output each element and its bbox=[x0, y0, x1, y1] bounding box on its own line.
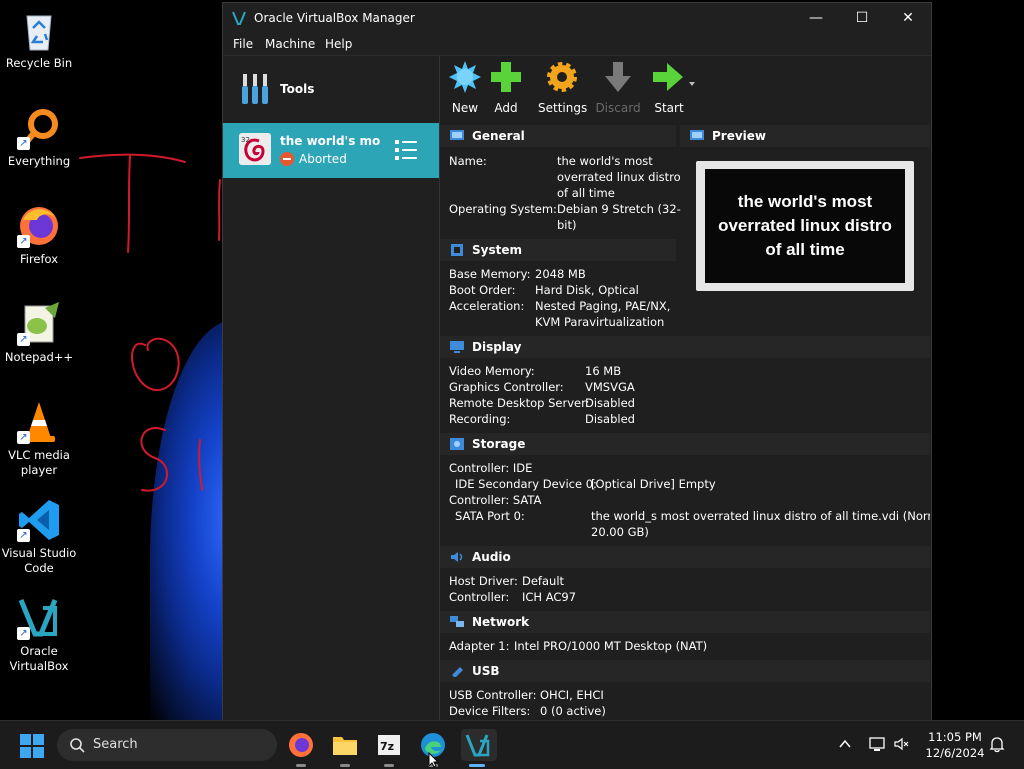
add-plus-icon bbox=[491, 62, 521, 92]
tools-icon bbox=[242, 74, 268, 104]
menu-machine[interactable]: Machine bbox=[265, 37, 315, 51]
taskbar: Search 7z 11:05 PM 12/6/2024 bbox=[0, 720, 1024, 769]
add-button[interactable]: Add bbox=[489, 60, 523, 115]
close-button[interactable]: ✕ bbox=[885, 3, 931, 33]
desktop-icon-recycle-bin[interactable]: Recycle Bin bbox=[0, 6, 78, 71]
mouse-cursor-icon bbox=[428, 752, 440, 768]
discard-arrow-icon bbox=[605, 62, 631, 92]
shortcut-arrow-icon: ↗ bbox=[17, 529, 30, 542]
notification-bell-icon[interactable] bbox=[988, 735, 1006, 753]
taskbar-7zip[interactable]: 7z bbox=[373, 729, 405, 767]
audio-section-header[interactable]: Audio bbox=[440, 546, 930, 568]
vlc-cone-icon: ↗ bbox=[15, 398, 63, 446]
desktop-icon-virtualbox[interactable]: ↗ Oracle VirtualBox bbox=[0, 594, 78, 674]
minimize-button[interactable]: — bbox=[793, 3, 839, 33]
virtualbox-icon bbox=[232, 11, 246, 25]
taskbar-file-explorer[interactable] bbox=[329, 729, 361, 767]
vm-menu-icon[interactable] bbox=[393, 137, 419, 163]
running-indicator bbox=[384, 764, 394, 767]
usb-section-header[interactable]: USB bbox=[440, 660, 930, 682]
taskbar-search[interactable]: Search bbox=[57, 729, 277, 761]
chip-icon bbox=[451, 244, 463, 256]
toolbar: New Add Settings Discard Start bbox=[440, 56, 930, 121]
shortcut-arrow-icon: ↗ bbox=[17, 431, 30, 444]
aborted-state-icon bbox=[280, 152, 294, 166]
taskbar-virtualbox[interactable] bbox=[461, 729, 497, 767]
svg-text:32: 32 bbox=[241, 136, 250, 144]
shortcut-arrow-icon: ↗ bbox=[17, 627, 30, 640]
windows-start-icon[interactable] bbox=[20, 734, 44, 758]
preview-screen: the world's most overrated linux distro … bbox=[705, 169, 905, 283]
preview-frame: the world's most overrated linux distro … bbox=[696, 161, 914, 291]
notepad-plus-plus-icon: ↗ bbox=[15, 300, 63, 348]
chevron-up-icon[interactable] bbox=[838, 737, 852, 751]
running-indicator bbox=[296, 764, 306, 767]
taskbar-clock[interactable]: 11:05 PM 12/6/2024 bbox=[920, 729, 990, 761]
title-bar[interactable]: Oracle VirtualBox Manager — ☐ ✕ bbox=[223, 3, 931, 33]
volume-muted-icon[interactable] bbox=[893, 735, 911, 753]
firefox-icon: ↗ bbox=[15, 202, 63, 250]
new-button[interactable]: New bbox=[448, 60, 482, 115]
preview-section-header[interactable]: Preview bbox=[680, 125, 930, 147]
start-arrow-icon bbox=[653, 63, 695, 91]
usb-icon bbox=[452, 667, 463, 677]
desktop-icon-vlc[interactable]: ↗ VLC media player bbox=[0, 398, 78, 478]
search-placeholder: Search bbox=[93, 737, 138, 752]
maximize-button[interactable]: ☐ bbox=[839, 3, 885, 33]
machine-list-pane: Tools 32 the world's mos... Aborted bbox=[223, 56, 440, 721]
shortcut-arrow-icon: ↗ bbox=[17, 137, 30, 150]
debian-swirl-icon: 32 bbox=[239, 133, 271, 165]
menu-file[interactable]: File bbox=[233, 37, 253, 51]
everything-search-icon: ↗ bbox=[15, 104, 63, 152]
shortcut-arrow-icon: ↗ bbox=[17, 235, 30, 248]
search-icon bbox=[70, 738, 85, 753]
display-section-header[interactable]: Display bbox=[440, 336, 930, 358]
network-section-header[interactable]: Network bbox=[440, 611, 930, 633]
virtualbox-icon bbox=[465, 734, 490, 757]
7zip-icon: 7z bbox=[378, 735, 400, 755]
preview-monitor-icon bbox=[690, 130, 704, 140]
svg-text:7z: 7z bbox=[380, 740, 394, 753]
new-star-icon bbox=[449, 61, 481, 93]
menu-bar: File Machine Help bbox=[223, 33, 931, 56]
firefox-icon bbox=[289, 733, 313, 757]
vm-list-item[interactable]: 32 the world's mos... Aborted bbox=[223, 123, 439, 178]
desktop-icon-firefox[interactable]: ↗ Firefox bbox=[0, 202, 78, 267]
settings-gear-icon bbox=[547, 62, 577, 92]
speaker-icon bbox=[451, 552, 463, 562]
storage-section-header[interactable]: Storage bbox=[440, 433, 930, 455]
clock-time: 11:05 PM bbox=[928, 730, 982, 744]
running-indicator bbox=[469, 764, 485, 767]
taskbar-firefox[interactable] bbox=[285, 729, 317, 767]
storage-disk-icon bbox=[450, 438, 464, 450]
clock-date: 12/6/2024 bbox=[925, 746, 985, 760]
recycle-bin-icon bbox=[15, 6, 63, 54]
tools-label: Tools bbox=[280, 82, 315, 96]
details-pane: General Name: the world's most overrated… bbox=[440, 121, 930, 721]
menu-help[interactable]: Help bbox=[325, 37, 352, 51]
monitor-icon bbox=[450, 130, 464, 140]
settings-button[interactable]: Settings bbox=[538, 60, 587, 115]
running-indicator bbox=[340, 764, 350, 767]
desktop-icon-everything[interactable]: ↗ Everything bbox=[0, 104, 78, 169]
vm-name: the world's mos... bbox=[280, 134, 380, 148]
virtualbox-manager-window: Oracle VirtualBox Manager — ☐ ✕ File Mac… bbox=[222, 2, 932, 722]
desktop-icon-notepad-plus-plus[interactable]: ↗ Notepad++ bbox=[0, 300, 78, 365]
red-scribble bbox=[79, 153, 221, 492]
vscode-icon: ↗ bbox=[15, 496, 63, 544]
window-title: Oracle VirtualBox Manager bbox=[254, 11, 415, 25]
display-icon bbox=[450, 341, 464, 353]
desktop-icon-vscode[interactable]: ↗ Visual Studio Code bbox=[0, 496, 78, 576]
virtualbox-icon: ↗ bbox=[15, 594, 63, 642]
shortcut-arrow-icon: ↗ bbox=[17, 333, 30, 346]
system-section-header[interactable]: System bbox=[440, 239, 676, 261]
general-section-header[interactable]: General bbox=[440, 125, 676, 147]
tools-item[interactable]: Tools bbox=[223, 56, 439, 122]
file-explorer-icon bbox=[333, 737, 357, 755]
discard-button[interactable]: Discard bbox=[594, 60, 642, 115]
network-icon bbox=[450, 616, 464, 627]
vm-state: Aborted bbox=[299, 152, 347, 166]
network-status-icon[interactable] bbox=[868, 735, 886, 753]
start-button[interactable]: Start bbox=[649, 60, 705, 115]
